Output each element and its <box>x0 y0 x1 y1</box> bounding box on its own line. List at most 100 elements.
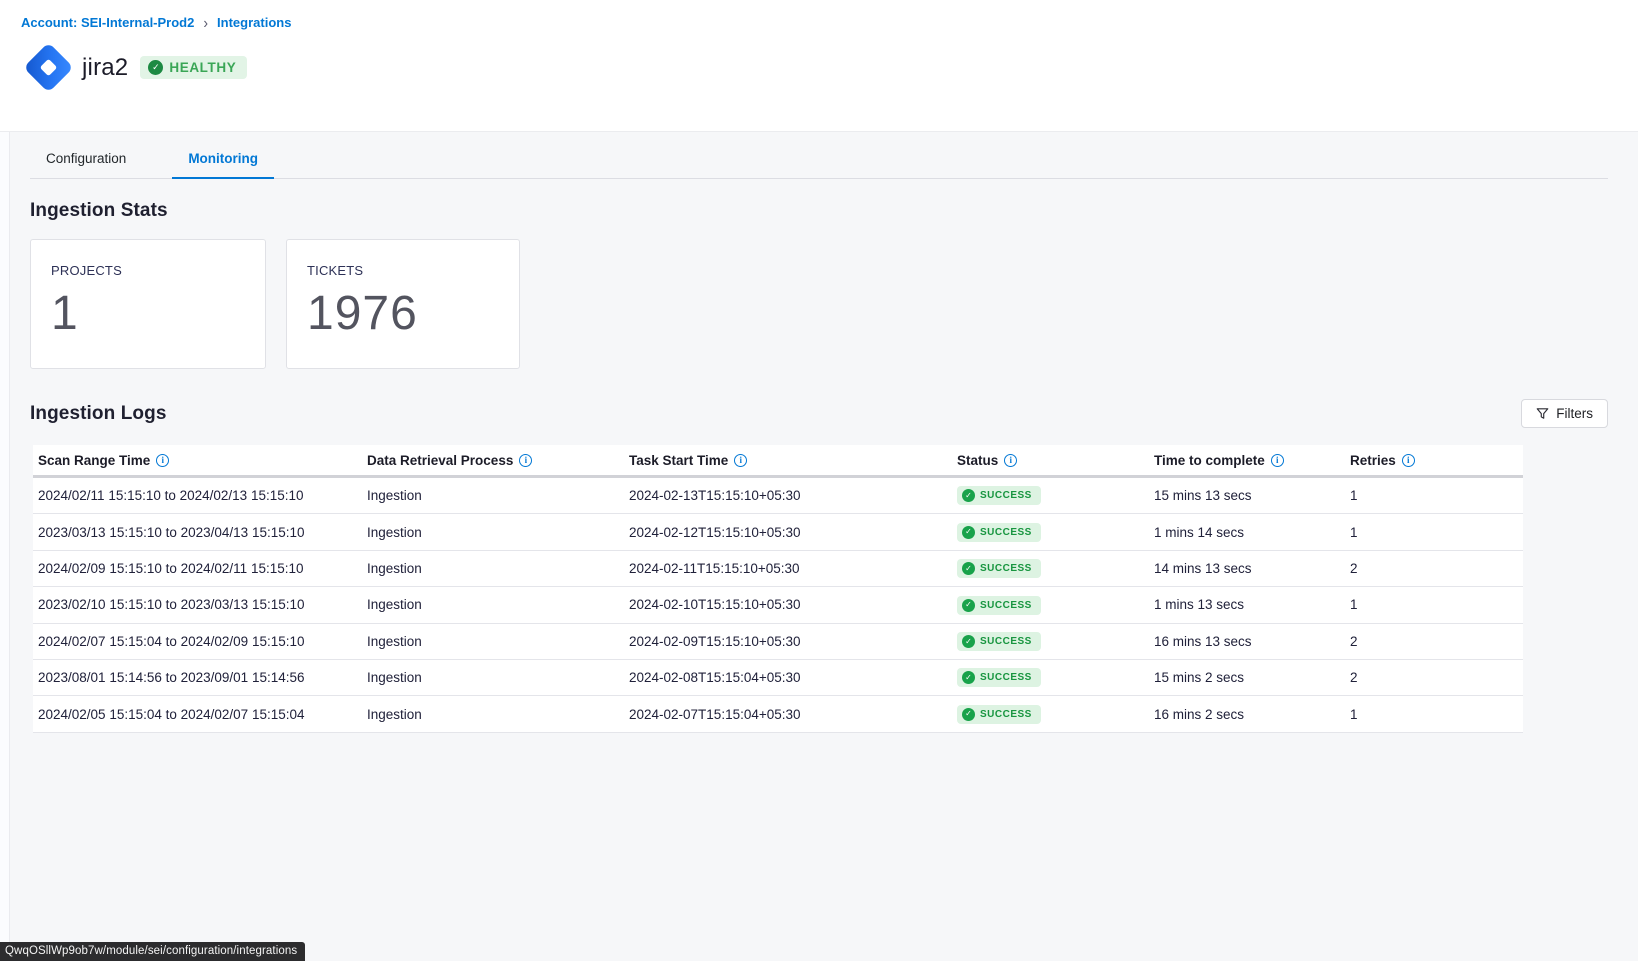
page-title: jira2 <box>82 54 128 82</box>
process-cell: Ingestion <box>367 525 629 540</box>
link-url-statusbar: QwqOSllWp9ob7w/module/sei/configuration/… <box>0 942 305 961</box>
status-label: SUCCESS <box>980 636 1032 647</box>
status-label: SUCCESS <box>980 672 1032 683</box>
info-icon[interactable]: i <box>734 454 747 467</box>
ingestion-stats-heading: Ingestion Stats <box>30 200 1608 222</box>
scan-range-cell: 2024/02/11 15:15:10 to 2024/02/13 15:15:… <box>33 488 367 503</box>
check-circle-icon: ✓ <box>962 635 975 648</box>
jira-logo-icon <box>20 39 77 96</box>
status-cell: ✓ SUCCESS <box>957 559 1154 579</box>
breadcrumb: Account: SEI-Internal-Prod2 › Integratio… <box>21 14 1638 30</box>
check-circle-icon: ✓ <box>962 599 975 612</box>
scan-range-cell: 2024/02/05 15:15:04 to 2024/02/07 15:15:… <box>33 707 367 722</box>
filter-funnel-icon <box>1536 407 1549 420</box>
breadcrumb-integrations-link[interactable]: Integrations <box>217 15 291 30</box>
info-icon[interactable]: i <box>519 454 532 467</box>
info-icon[interactable]: i <box>1004 454 1017 467</box>
main-content: Configuration Monitoring Ingestion Stats… <box>0 132 1638 733</box>
time-to-complete-cell: 15 mins 13 secs <box>1154 488 1350 503</box>
status-cell: ✓ SUCCESS <box>957 632 1154 652</box>
info-icon[interactable]: i <box>1271 454 1284 467</box>
process-cell: Ingestion <box>367 561 629 576</box>
status-badge: ✓ SUCCESS <box>957 486 1041 505</box>
column-task-start-time: Task Start Time i <box>629 453 957 468</box>
status-badge: ✓ SUCCESS <box>957 559 1041 578</box>
status-badge: ✓ SUCCESS <box>957 596 1041 615</box>
page-header: Account: SEI-Internal-Prod2 › Integratio… <box>0 0 1638 132</box>
status-label: SUCCESS <box>980 600 1032 611</box>
task-start-cell: 2024-02-07T15:15:04+05:30 <box>629 707 957 722</box>
scan-range-cell: 2024/02/09 15:15:10 to 2024/02/11 15:15:… <box>33 561 367 576</box>
process-cell: Ingestion <box>367 488 629 503</box>
retries-cell: 2 <box>1350 634 1523 649</box>
process-cell: Ingestion <box>367 670 629 685</box>
scan-range-cell: 2023/08/01 15:14:56 to 2023/09/01 15:14:… <box>33 670 367 685</box>
table-row[interactable]: 2024/02/07 15:15:04 to 2024/02/09 15:15:… <box>33 624 1523 660</box>
column-scan-range-time: Scan Range Time i <box>33 453 367 468</box>
stat-cards: PROJECTS 1 TICKETS 1976 <box>30 239 1608 369</box>
status-label: SUCCESS <box>980 709 1032 720</box>
tab-bar: Configuration Monitoring <box>30 132 1608 179</box>
time-to-complete-cell: 16 mins 2 secs <box>1154 707 1350 722</box>
time-to-complete-cell: 16 mins 13 secs <box>1154 634 1350 649</box>
table-row[interactable]: 2024/02/11 15:15:10 to 2024/02/13 15:15:… <box>33 478 1523 514</box>
stat-value: 1 <box>51 286 245 341</box>
process-cell: Ingestion <box>367 597 629 612</box>
column-retries: Retries i <box>1350 453 1523 468</box>
retries-cell: 1 <box>1350 525 1523 540</box>
status-badge: ✓ SUCCESS <box>957 668 1041 687</box>
retries-cell: 2 <box>1350 670 1523 685</box>
table-row[interactable]: 2023/08/01 15:14:56 to 2023/09/01 15:14:… <box>33 660 1523 696</box>
stat-label: PROJECTS <box>51 263 245 278</box>
check-circle-icon: ✓ <box>962 708 975 721</box>
scan-range-cell: 2023/03/13 15:15:10 to 2023/04/13 15:15:… <box>33 525 367 540</box>
status-badge: ✓ SUCCESS <box>957 523 1041 542</box>
status-cell: ✓ SUCCESS <box>957 704 1154 724</box>
chevron-right-icon: › <box>203 13 208 31</box>
retries-cell: 1 <box>1350 488 1523 503</box>
status-cell: ✓ SUCCESS <box>957 595 1154 615</box>
time-to-complete-cell: 15 mins 2 secs <box>1154 670 1350 685</box>
logs-table-body: 2024/02/11 15:15:10 to 2024/02/13 15:15:… <box>33 478 1523 733</box>
column-status: Status i <box>957 453 1154 468</box>
status-cell: ✓ SUCCESS <box>957 486 1154 506</box>
breadcrumb-account-link[interactable]: Account: SEI-Internal-Prod2 <box>21 15 194 30</box>
check-circle-icon: ✓ <box>962 671 975 684</box>
table-row[interactable]: 2024/02/09 15:15:10 to 2024/02/11 15:15:… <box>33 551 1523 587</box>
time-to-complete-cell: 1 mins 14 secs <box>1154 525 1350 540</box>
health-status-badge: ✓ HEALTHY <box>140 56 247 79</box>
table-row[interactable]: 2023/03/13 15:15:10 to 2023/04/13 15:15:… <box>33 514 1523 550</box>
tab-monitoring[interactable]: Monitoring <box>172 139 274 179</box>
ingestion-logs-table: Scan Range Time i Data Retrieval Process… <box>33 445 1523 733</box>
health-status-label: HEALTHY <box>169 60 236 75</box>
check-circle-icon: ✓ <box>962 489 975 502</box>
info-icon[interactable]: i <box>156 454 169 467</box>
table-row[interactable]: 2024/02/05 15:15:04 to 2024/02/07 15:15:… <box>33 696 1523 732</box>
status-label: SUCCESS <box>980 490 1032 501</box>
table-row[interactable]: 2023/02/10 15:15:10 to 2023/03/13 15:15:… <box>33 587 1523 623</box>
column-time-to-complete: Time to complete i <box>1154 453 1350 468</box>
info-icon[interactable]: i <box>1402 454 1415 467</box>
filters-button-label: Filters <box>1556 406 1593 421</box>
scan-range-cell: 2024/02/07 15:15:04 to 2024/02/09 15:15:… <box>33 634 367 649</box>
retries-cell: 2 <box>1350 561 1523 576</box>
tab-configuration[interactable]: Configuration <box>30 139 142 179</box>
table-header-row: Scan Range Time i Data Retrieval Process… <box>33 445 1523 478</box>
ingestion-logs-heading: Ingestion Logs <box>30 403 167 425</box>
time-to-complete-cell: 1 mins 13 secs <box>1154 597 1350 612</box>
task-start-cell: 2024-02-11T15:15:10+05:30 <box>629 561 957 576</box>
status-badge: ✓ SUCCESS <box>957 705 1041 724</box>
task-start-cell: 2024-02-08T15:15:04+05:30 <box>629 670 957 685</box>
task-start-cell: 2024-02-09T15:15:10+05:30 <box>629 634 957 649</box>
stat-label: TICKETS <box>307 263 499 278</box>
check-circle-icon: ✓ <box>962 526 975 539</box>
status-label: SUCCESS <box>980 527 1032 538</box>
scan-range-cell: 2023/02/10 15:15:10 to 2023/03/13 15:15:… <box>33 597 367 612</box>
task-start-cell: 2024-02-10T15:15:10+05:30 <box>629 597 957 612</box>
stat-card-projects: PROJECTS 1 <box>30 239 266 369</box>
task-start-cell: 2024-02-12T15:15:10+05:30 <box>629 525 957 540</box>
filters-button[interactable]: Filters <box>1521 399 1608 428</box>
time-to-complete-cell: 14 mins 13 secs <box>1154 561 1350 576</box>
stat-value: 1976 <box>307 286 499 341</box>
column-data-retrieval-process: Data Retrieval Process i <box>367 453 629 468</box>
